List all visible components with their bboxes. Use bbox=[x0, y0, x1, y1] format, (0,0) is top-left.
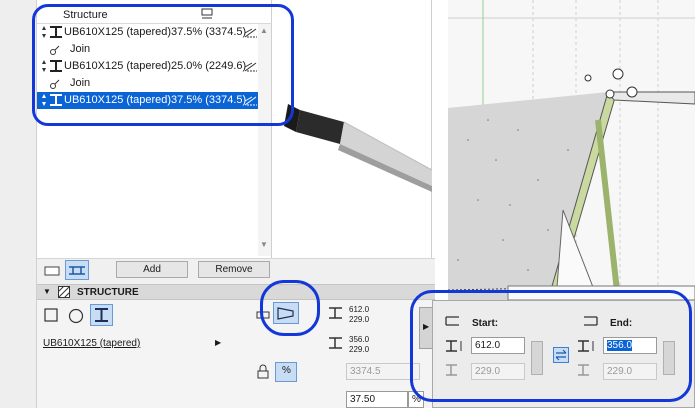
highlight-segment-list bbox=[32, 4, 294, 126]
highlight-popover bbox=[410, 290, 692, 402]
percent-toggle-label: % bbox=[282, 365, 291, 376]
dropdown-arrow-icon: ▶ bbox=[215, 338, 222, 347]
structure-section-title: STRUCTURE bbox=[77, 287, 139, 298]
circle-shape-icon[interactable] bbox=[68, 308, 84, 327]
end-height-value: 356.0 bbox=[349, 335, 370, 344]
floor-plan-graphic bbox=[447, 0, 695, 301]
length-lock-icon[interactable] bbox=[255, 364, 271, 383]
beam-3d-preview bbox=[280, 0, 433, 262]
highlight-taper-toggle bbox=[260, 280, 320, 336]
structure-settings-area: UB610X125 (tapered) ▶ 612.0 229.0 356.0 … bbox=[37, 300, 435, 408]
segment-percent-field[interactable]: 37.50 bbox=[346, 391, 408, 408]
beam-preview-graphic bbox=[284, 104, 433, 192]
scroll-down-icon[interactable]: ▼ bbox=[260, 240, 268, 249]
structure-hatch-icon bbox=[57, 285, 71, 301]
section-start-icon bbox=[328, 306, 344, 323]
floor-plan-view bbox=[447, 0, 695, 301]
profile-dropdown[interactable]: UB610X125 (tapered) ▶ bbox=[43, 336, 223, 352]
segment-view-toggle-icon[interactable] bbox=[65, 260, 89, 280]
start-height-value: 612.0 bbox=[349, 305, 370, 314]
segment-length-field[interactable]: 3374.5 bbox=[346, 363, 420, 380]
list-view-toggle-icon[interactable] bbox=[44, 265, 60, 280]
add-segment-button[interactable]: Add bbox=[116, 261, 188, 278]
segment-button-bar: Add Remove bbox=[37, 258, 435, 284]
profile-shape-icon[interactable] bbox=[90, 304, 113, 326]
section-end-icon bbox=[328, 336, 344, 353]
end-width-value: 229.0 bbox=[349, 345, 370, 354]
structure-section-header[interactable]: ▼ STRUCTURE bbox=[37, 284, 435, 300]
start-width-value: 229.0 bbox=[349, 315, 370, 324]
remove-segment-button[interactable]: Remove bbox=[198, 261, 270, 278]
collapse-arrow-icon[interactable]: ▼ bbox=[43, 287, 51, 296]
rectangle-shape-icon[interactable] bbox=[44, 308, 58, 325]
percent-toggle[interactable]: % bbox=[275, 362, 297, 382]
profile-dropdown-value: UB610X125 (tapered) bbox=[43, 338, 141, 349]
